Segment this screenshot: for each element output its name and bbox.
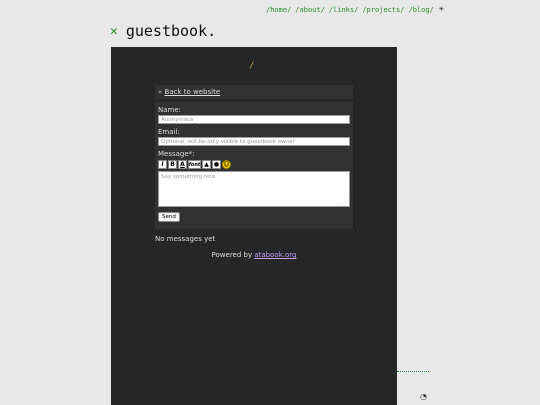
formatting-toolbar: I B A font ▲ ● ☺ [158, 160, 350, 169]
no-messages-text: No messages yet [155, 235, 216, 243]
powered-by-prefix: Powered by [211, 251, 253, 259]
name-label: Name: [158, 106, 182, 114]
send-button[interactable]: Send [158, 212, 180, 222]
smiley-icon[interactable]: ☺ [222, 160, 231, 169]
powered-by: Powered by atabook.org [111, 251, 397, 259]
top-navigation: /home/ /about/ /links/ /projects/ /blog/… [266, 5, 444, 15]
dotted-divider [397, 371, 429, 372]
nav-links-link[interactable]: /links/ [329, 6, 359, 14]
rss-icon[interactable]: ◔ [420, 392, 427, 401]
email-label: Email: [158, 128, 180, 136]
nav-about-link[interactable]: /about/ [295, 6, 325, 14]
name-input[interactable]: Anonymous [158, 115, 350, 124]
font-button[interactable]: font [188, 160, 201, 169]
slash-decoration: / [250, 61, 254, 71]
message-textarea[interactable]: Say something nice ⋰ [158, 171, 350, 207]
message-placeholder: Say something nice [161, 174, 216, 180]
guestbook-form: Name: Anonymous Email: Optional, will be… [155, 102, 353, 229]
close-x-icon: ✕ [110, 23, 118, 39]
email-input[interactable]: Optional, will be only visible to guestb… [158, 137, 350, 146]
message-label: Message*: [158, 150, 195, 158]
nav-home-link[interactable]: /home/ [266, 6, 291, 14]
page-title: ✕ guestbook. [110, 22, 216, 40]
back-bar: « Back to website [155, 85, 353, 99]
guestbook-frame: / « Back to website Name: Anonymous Emai… [111, 47, 397, 405]
page-title-text: guestbook. [125, 22, 217, 40]
resize-handle-icon[interactable]: ⋰ [343, 199, 348, 205]
text-color-button[interactable]: A [178, 160, 187, 169]
italic-button[interactable]: I [158, 160, 167, 169]
link-icon[interactable]: ● [212, 160, 221, 169]
back-arrow: « [158, 88, 163, 96]
bold-button[interactable]: B [168, 160, 177, 169]
nav-projects-link[interactable]: /projects/ [362, 6, 404, 14]
back-to-website-link[interactable]: Back to website [165, 88, 221, 96]
atabook-link[interactable]: atabook.org [254, 251, 296, 259]
nav-blog-link[interactable]: /blog/ [408, 6, 433, 14]
sun-icon[interactable]: ☀ [439, 5, 444, 15]
image-icon[interactable]: ▲ [202, 160, 211, 169]
